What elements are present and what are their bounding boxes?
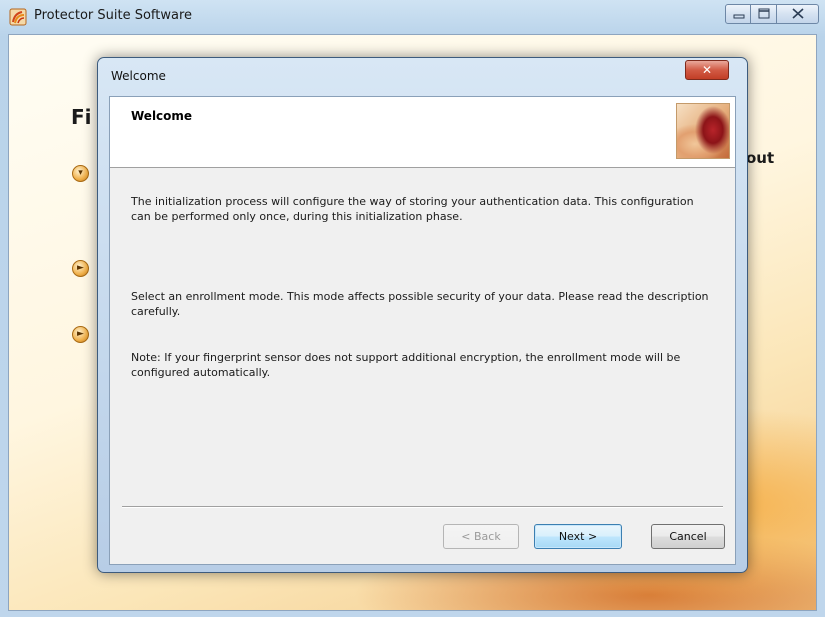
close-icon: ✕ [701, 63, 713, 77]
maximize-icon [758, 8, 770, 19]
app-title-bar[interactable]: Protector Suite Software [0, 0, 825, 34]
play-icon[interactable]: ► [72, 326, 89, 343]
header-title: Welcome [131, 109, 193, 123]
protector-suite-logo-icon [9, 8, 27, 26]
background-text: out [746, 149, 775, 167]
fingerprint-hand-icon [676, 103, 730, 159]
button-separator [122, 506, 723, 508]
play-icon[interactable]: ► [72, 260, 89, 277]
dialog-header: Welcome [110, 97, 735, 168]
dialog-title: Welcome [111, 69, 166, 83]
minimize-button[interactable] [725, 4, 751, 24]
background-heading: Fi [71, 105, 92, 129]
note-paragraph: Note: If your fingerprint sensor does no… [131, 351, 681, 379]
app-title: Protector Suite Software [34, 8, 193, 23]
intro-paragraph: The initialization process will configur… [131, 195, 694, 223]
enrollment-mode-paragraph: Select an enrollment mode. This mode aff… [131, 290, 709, 318]
welcome-dialog: Welcome ✕ Welcome The initialization pro… [97, 57, 748, 573]
close-window-button[interactable] [777, 4, 819, 24]
chevron-down-icon[interactable]: ▾ [72, 165, 89, 182]
maximize-button[interactable] [751, 4, 777, 24]
next-button[interactable]: Next > [534, 524, 622, 549]
back-button[interactable]: < Back [443, 524, 519, 549]
cancel-button[interactable]: Cancel [651, 524, 725, 549]
dialog-close-button[interactable]: ✕ [685, 60, 729, 80]
close-icon [792, 8, 804, 19]
minimize-icon [733, 14, 745, 19]
dialog-content: Welcome The initialization process will … [109, 96, 736, 565]
